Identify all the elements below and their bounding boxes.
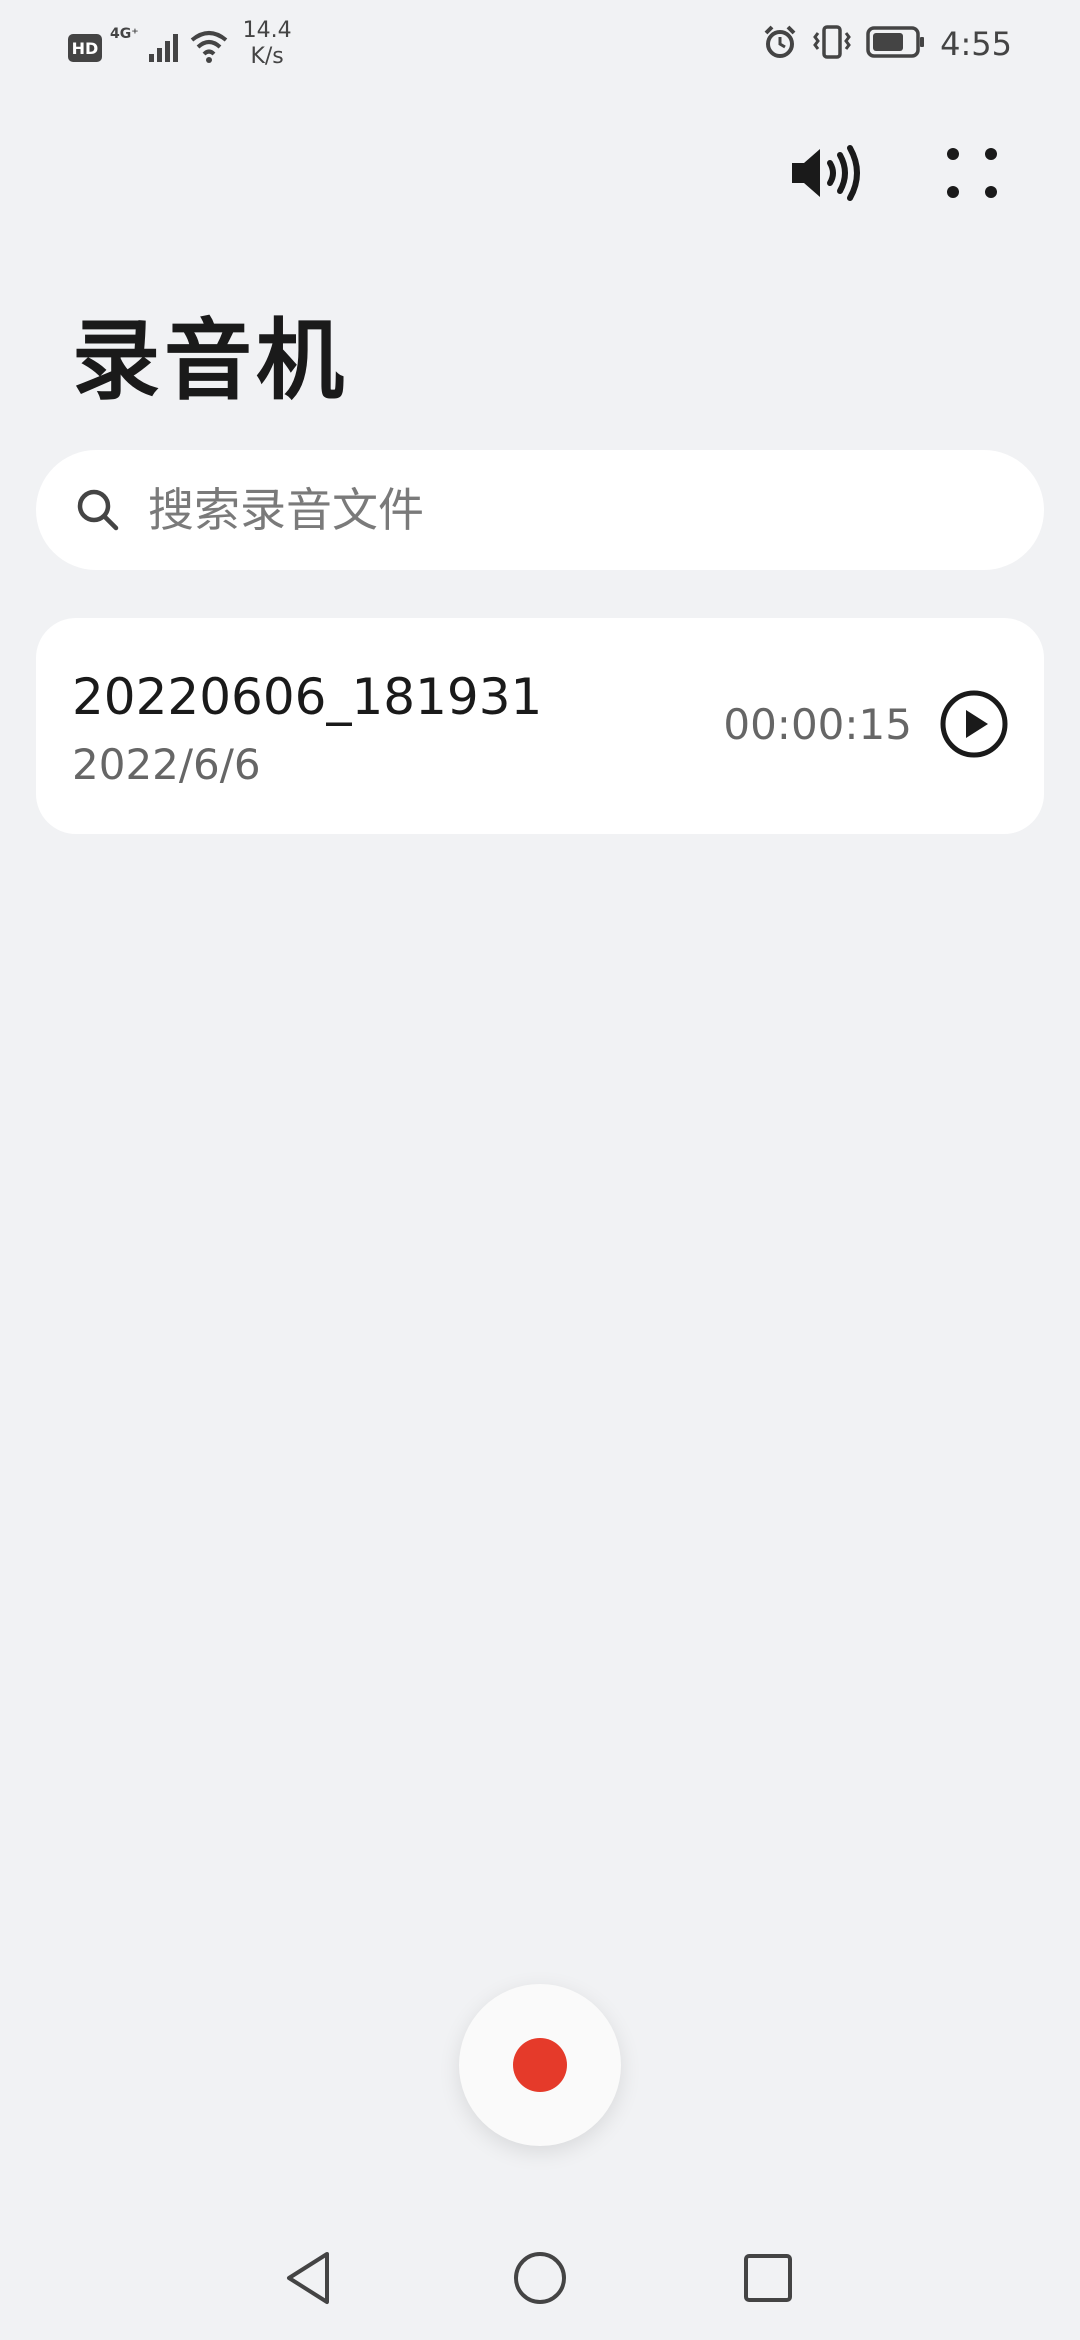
search-icon xyxy=(76,488,120,532)
search-input[interactable] xyxy=(148,483,968,537)
recording-duration: 00:00:15 xyxy=(723,700,912,749)
status-bar: HD 4G⁺ 14.4 K/s 4:55 xyxy=(0,0,1080,90)
hd-badge: HD xyxy=(68,34,102,62)
play-button[interactable] xyxy=(940,690,1008,762)
recording-list-item[interactable]: 20220606_181931 2022/6/6 00:00:15 xyxy=(36,618,1044,834)
speed-unit: K/s xyxy=(250,44,284,69)
speaker-toggle-button[interactable] xyxy=(781,130,871,220)
record-icon xyxy=(513,2038,567,2092)
network-speed: 14.4 K/s xyxy=(243,18,292,70)
speed-value: 14.4 xyxy=(242,18,292,43)
search-bar[interactable] xyxy=(36,450,1044,570)
wifi-icon xyxy=(189,28,229,68)
recording-date: 2022/6/6 xyxy=(72,740,261,789)
page-title: 录音机 xyxy=(72,309,349,412)
nav-home-button[interactable] xyxy=(500,2240,580,2320)
signal-icon xyxy=(147,30,181,68)
nav-recent-button[interactable] xyxy=(728,2240,808,2320)
battery-icon xyxy=(866,25,926,63)
nav-recent-icon xyxy=(743,2253,793,2307)
vibrate-icon xyxy=(812,24,852,64)
recording-name: 20220606_181931 xyxy=(72,668,543,726)
record-button[interactable] xyxy=(459,1984,621,2146)
nav-home-icon xyxy=(512,2250,568,2310)
play-icon xyxy=(940,690,1008,762)
clock: 4:55 xyxy=(940,25,1012,63)
status-right: 4:55 xyxy=(762,24,1012,64)
more-dots-icon xyxy=(946,147,998,203)
top-actions xyxy=(0,130,1080,220)
more-options-button[interactable] xyxy=(927,130,1017,220)
nav-back-icon xyxy=(283,2250,333,2310)
alarm-icon xyxy=(762,24,798,64)
nav-back-button[interactable] xyxy=(268,2240,348,2320)
system-nav-bar xyxy=(0,2240,1080,2320)
status-left: HD 4G⁺ 14.4 K/s xyxy=(68,18,292,70)
recorder-screen: HD 4G⁺ 14.4 K/s 4:55 录音机 搜索录音文件 20220606… xyxy=(0,0,1080,2340)
speaker-icon xyxy=(788,143,864,207)
network-type: 4G⁺ xyxy=(110,26,139,42)
